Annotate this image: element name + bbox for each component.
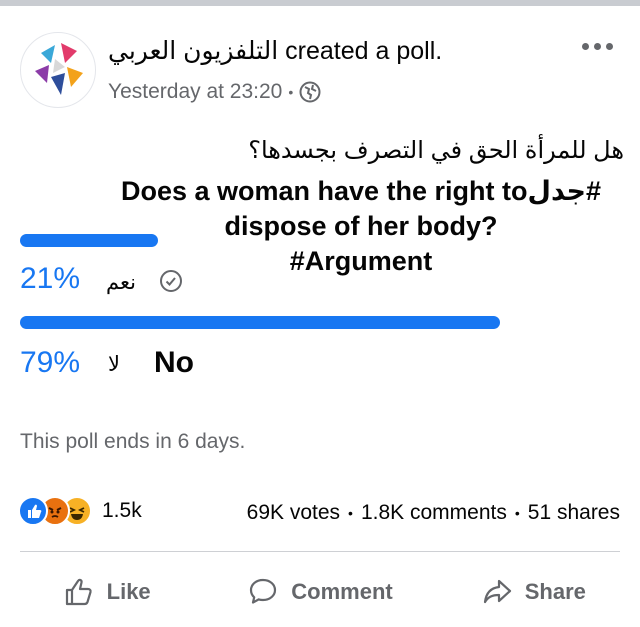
post-header: التلفزيون العربي created a poll. [108, 36, 442, 66]
poll-end-text: This poll ends in 6 days. [20, 430, 246, 453]
shares-count[interactable]: 51 shares [528, 501, 620, 525]
comment-label: Comment [291, 579, 393, 604]
question-english-line1: Does a woman have the right to [120, 176, 528, 206]
comments-count[interactable]: 1.8K comments [361, 501, 507, 525]
like-button[interactable]: Like [0, 561, 213, 623]
arabic-tv-logo-icon [35, 43, 83, 95]
poll-post: التلفزيون العربي created a poll. Yesterd… [0, 6, 640, 627]
comment-button[interactable]: Comment [213, 561, 426, 623]
poll-bar-yes [20, 234, 158, 247]
like-label: Like [106, 579, 151, 604]
divider [20, 551, 620, 552]
share-icon [483, 579, 511, 604]
avatar[interactable] [20, 32, 96, 108]
post-meta: Yesterday at 23:20 • [108, 80, 321, 104]
like-reaction-icon [18, 496, 48, 526]
poll-label-yes: نعم [106, 271, 136, 294]
stats-separator: • [348, 505, 353, 521]
check-circle-icon [160, 270, 182, 292]
timestamp[interactable]: Yesterday at 23:20 [108, 80, 282, 104]
share-button[interactable]: Share [427, 561, 640, 623]
meta-separator: • [288, 84, 294, 100]
globe-icon[interactable] [299, 81, 321, 103]
hashtag-arabic[interactable]: #جدل [528, 176, 602, 206]
comment-icon [250, 578, 277, 604]
share-label: Share [524, 579, 586, 604]
poll-percent-no: 79% [20, 346, 81, 379]
poll-option-yes[interactable]: 21% نعم [20, 228, 500, 308]
stats-separator: • [514, 505, 520, 521]
question-arabic: هل للمرأة الحق في التصرف بجسدها؟ [248, 137, 624, 164]
poll-label-no-arabic: لا [108, 353, 120, 376]
author-name[interactable]: التلفزيون العربي [108, 37, 278, 65]
more-options-icon[interactable] [576, 34, 618, 58]
post-stats: 69K votes • 1.8K comments • 51 shares [247, 501, 620, 525]
poll-option-no[interactable]: 79% لا No [20, 310, 500, 390]
poll-bar-no [20, 316, 500, 329]
poll-label-no-english: No [154, 346, 194, 379]
thumbs-up-icon [65, 578, 92, 606]
reactions-summary[interactable]: 1.5k [18, 496, 142, 526]
action-bar: Like Comment Share [0, 561, 640, 623]
reaction-count: 1.5k [102, 499, 142, 522]
votes-count[interactable]: 69K votes [247, 501, 340, 525]
poll-percent-yes: 21% [20, 262, 81, 295]
post-action-text: created a poll. [285, 37, 443, 65]
